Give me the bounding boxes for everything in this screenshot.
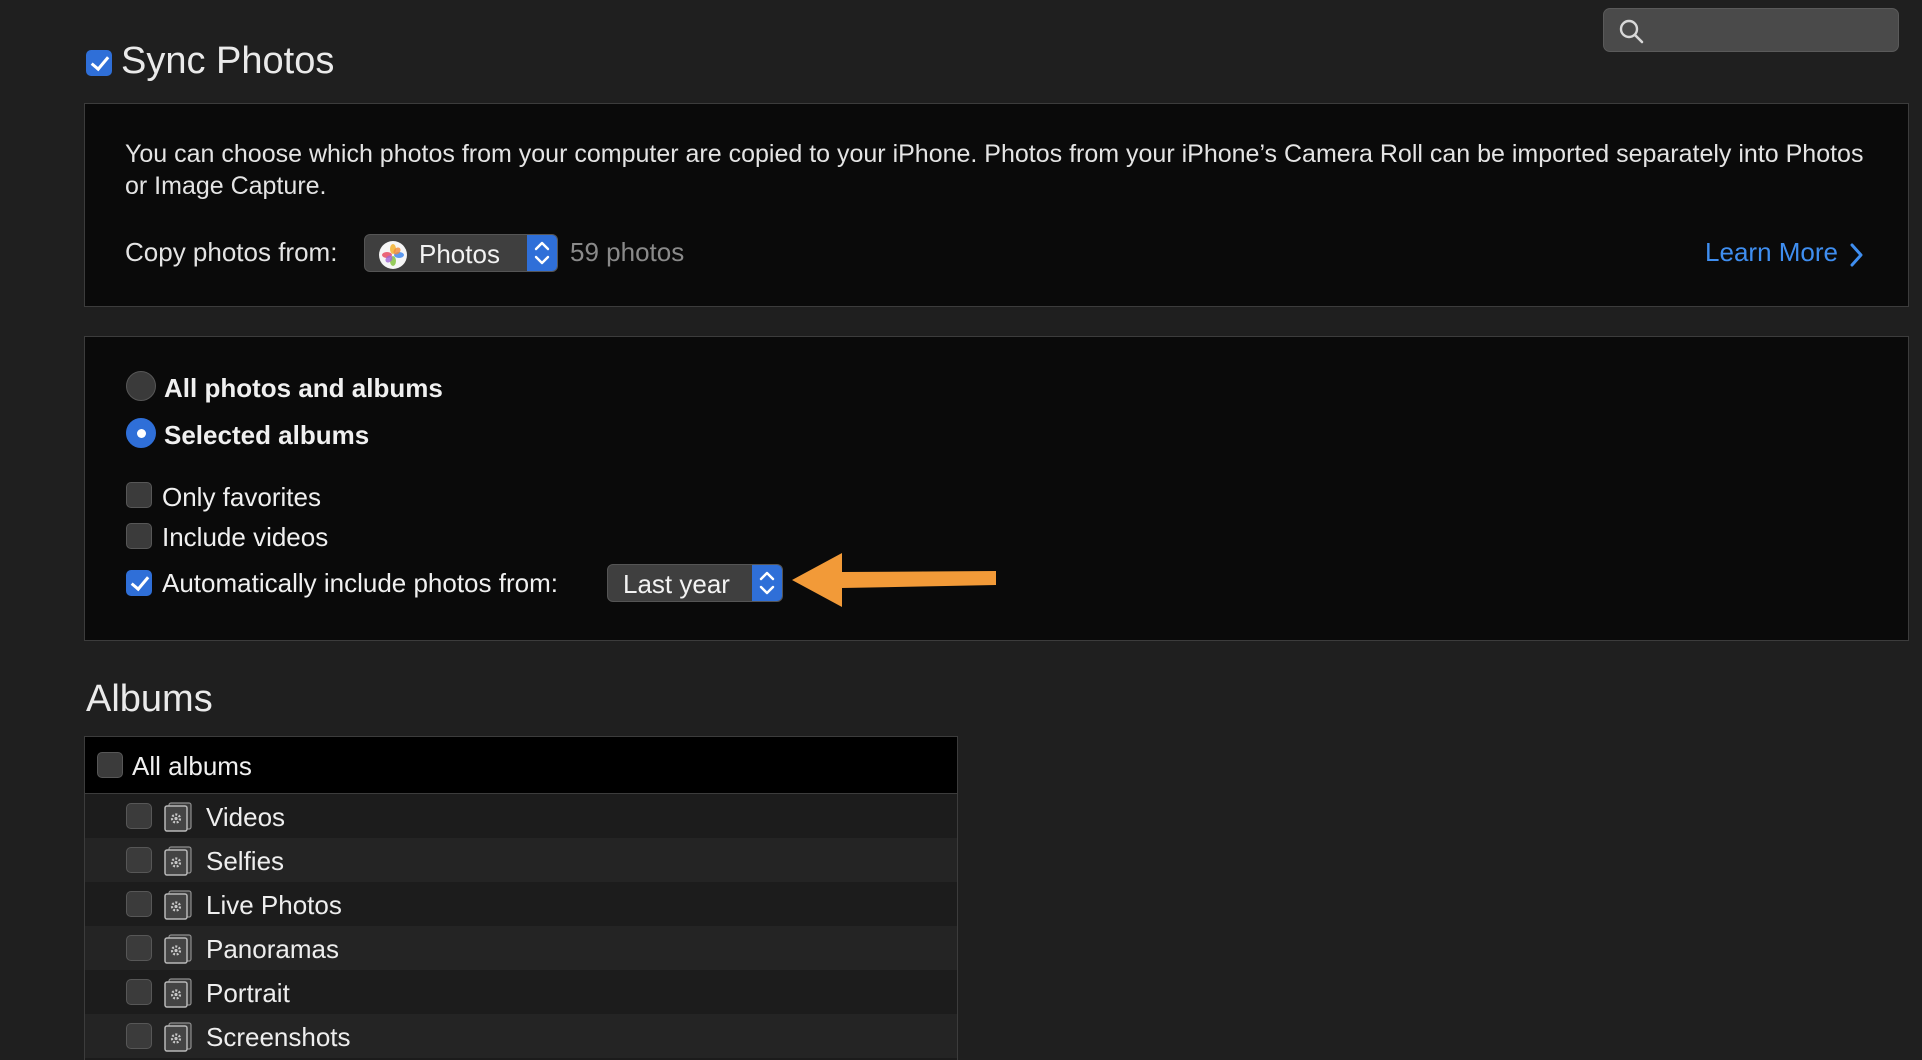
albums-list-header: All albums <box>85 737 957 794</box>
album-name: Screenshots <box>206 1022 351 1052</box>
album-checkbox[interactable] <box>126 935 152 961</box>
include-videos-label[interactable]: Include videos <box>162 522 328 553</box>
only-favorites-label[interactable]: Only favorites <box>162 482 321 513</box>
page-title: Sync Photos <box>121 40 335 82</box>
search-field[interactable] <box>1603 8 1899 52</box>
radio-all-photos-label[interactable]: All photos and albums <box>164 373 443 404</box>
album-checkbox[interactable] <box>126 847 152 873</box>
smart-album-icon <box>164 934 192 964</box>
smart-album-icon <box>164 890 192 920</box>
list-item[interactable]: Live Photos <box>85 882 957 926</box>
popup-arrows-icon <box>752 565 782 601</box>
search-input[interactable] <box>1652 15 1892 47</box>
auto-include-period-value: Last year <box>623 569 730 599</box>
album-checkbox[interactable] <box>126 979 152 1005</box>
list-item[interactable]: Screenshots <box>85 1014 957 1058</box>
auto-include-checkbox[interactable] <box>126 570 152 596</box>
album-checkbox[interactable] <box>126 1023 152 1049</box>
album-name: Videos <box>206 802 286 832</box>
all-albums-checkbox[interactable] <box>97 752 123 778</box>
copy-photos-from-label: Copy photos from: <box>125 237 338 267</box>
photo-count: 59 photos <box>570 237 685 267</box>
auto-include-label[interactable]: Automatically include photos from: <box>162 568 558 599</box>
album-name: Live Photos <box>206 890 342 920</box>
album-name: Portrait <box>206 978 290 1008</box>
photos-source-value: Photos <box>419 239 500 269</box>
album-checkbox[interactable] <box>126 803 152 829</box>
smart-album-icon <box>164 978 192 1008</box>
arrow-left-icon <box>792 553 996 607</box>
radio-selected-albums[interactable] <box>126 418 156 448</box>
album-name: Selfies <box>206 846 285 876</box>
list-item[interactable]: Portrait <box>85 970 957 1014</box>
chevron-right-icon[interactable] <box>1846 241 1868 269</box>
include-videos-checkbox[interactable] <box>126 523 152 549</box>
photos-app-icon <box>379 241 407 269</box>
album-checkbox[interactable] <box>126 891 152 917</box>
albums-heading: Albums <box>86 678 213 720</box>
albums-list: All albums Videos Selfies Live Photos Pa… <box>84 736 958 1060</box>
popup-arrows-icon <box>527 235 557 271</box>
copy-source-panel: You can choose which photos from your co… <box>84 103 1909 307</box>
all-albums-label[interactable]: All albums <box>132 751 252 782</box>
list-item[interactable]: Panoramas <box>85 926 957 970</box>
photos-source-popup[interactable]: Photos <box>364 234 558 272</box>
only-favorites-checkbox[interactable] <box>126 482 152 508</box>
radio-all-photos[interactable] <box>126 371 156 401</box>
sync-photos-page: Sync Photos You can choose which photos … <box>0 0 1922 1060</box>
auto-include-period-popup[interactable]: Last year <box>607 564 783 602</box>
sync-description: You can choose which photos from your co… <box>125 140 1864 200</box>
radio-selected-albums-label[interactable]: Selected albums <box>164 420 369 451</box>
search-icon <box>1619 19 1644 44</box>
smart-album-icon <box>164 802 192 832</box>
list-item[interactable]: Selfies <box>85 838 957 882</box>
smart-album-icon <box>164 846 192 876</box>
album-name: Panoramas <box>206 934 339 964</box>
sync-photos-checkbox[interactable] <box>86 50 112 76</box>
smart-album-icon <box>164 1022 192 1052</box>
learn-more-link[interactable]: Learn More <box>1705 237 1838 268</box>
list-item[interactable]: Videos <box>85 794 957 838</box>
